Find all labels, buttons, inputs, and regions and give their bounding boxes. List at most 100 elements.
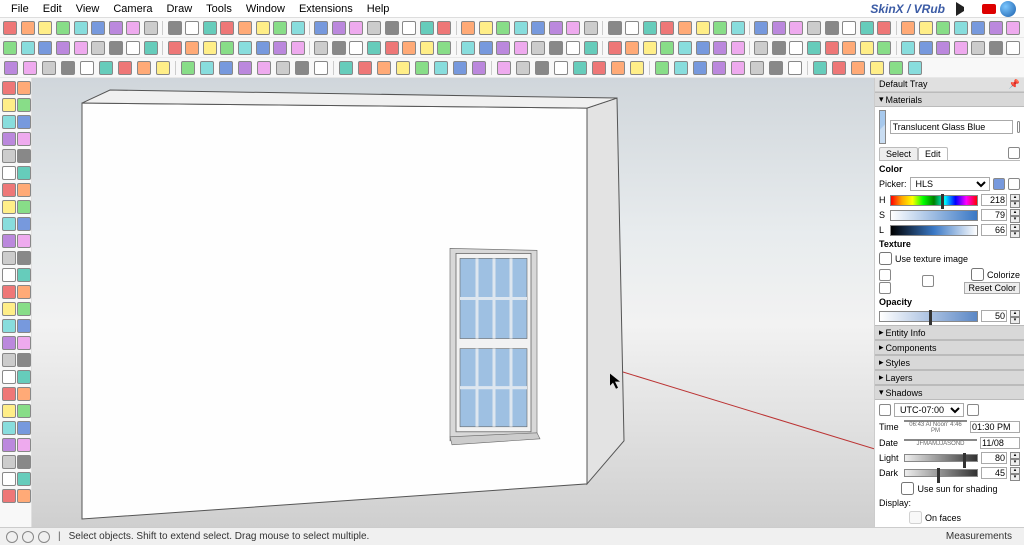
toolbar-button[interactable]	[255, 59, 273, 77]
left-tool-button[interactable]	[2, 216, 16, 232]
brand-record-icon[interactable]	[982, 4, 996, 14]
toolbar-button[interactable]	[201, 39, 218, 57]
toolbar-button[interactable]	[900, 19, 917, 37]
shadow-settings-icon[interactable]	[967, 404, 979, 416]
toolbar-button[interactable]	[337, 59, 355, 77]
toolbar-button[interactable]	[917, 19, 934, 37]
toolbar-button[interactable]	[331, 39, 348, 57]
toolbar-button[interactable]	[198, 59, 216, 77]
toolbar-button[interactable]	[672, 59, 690, 77]
toolbar-button[interactable]	[401, 19, 418, 37]
left-tool-button[interactable]	[17, 454, 31, 470]
toolbar-button[interactable]	[876, 19, 893, 37]
status-user-icon[interactable]	[38, 531, 50, 543]
left-tool-button[interactable]	[17, 284, 31, 300]
left-tool-button[interactable]	[2, 403, 16, 419]
toolbar-button[interactable]	[237, 19, 254, 37]
toolbar-button[interactable]	[935, 19, 952, 37]
toolbar-button[interactable]	[313, 39, 330, 57]
toolbar-button[interactable]	[841, 19, 858, 37]
toolbar-button[interactable]	[548, 19, 565, 37]
left-tool-button[interactable]	[2, 199, 16, 215]
toolbar-button[interactable]	[753, 39, 770, 57]
panel-head-styles[interactable]: ▸ Styles	[875, 355, 1024, 370]
toolbar-button[interactable]	[184, 39, 201, 57]
toolbar-button[interactable]	[108, 39, 125, 57]
toolbar-button[interactable]	[653, 59, 671, 77]
dark-slider[interactable]	[904, 469, 978, 477]
toolbar-button[interactable]	[830, 59, 848, 77]
hue-spinner[interactable]: ▴▾	[1010, 194, 1020, 206]
toolbar-button[interactable]	[436, 39, 453, 57]
time-input[interactable]	[970, 421, 1020, 433]
left-tool-button[interactable]	[17, 148, 31, 164]
toolbar-button[interactable]	[495, 39, 512, 57]
reset-color-button[interactable]: Reset Color	[964, 282, 1020, 294]
toolbar-button[interactable]	[533, 59, 551, 77]
toolbar-button[interactable]	[565, 39, 582, 57]
menu-tools[interactable]: Tools	[199, 1, 239, 17]
tray-pin-icon[interactable]: 📌	[1009, 79, 1020, 90]
toolbar-button[interactable]	[530, 19, 547, 37]
light-slider[interactable]	[904, 454, 978, 462]
menu-view[interactable]: View	[69, 1, 107, 17]
toolbar-button[interactable]	[823, 19, 840, 37]
toolbar-button[interactable]	[366, 39, 383, 57]
toolbar-button[interactable]	[477, 19, 494, 37]
tab-select[interactable]: Select	[879, 147, 918, 160]
toolbar-button[interactable]	[712, 19, 729, 37]
toolbar-button[interactable]	[548, 39, 565, 57]
opacity-slider[interactable]	[879, 311, 978, 322]
toolbar-button[interactable]	[90, 39, 107, 57]
left-tool-button[interactable]	[17, 369, 31, 385]
toolbar-button[interactable]	[356, 59, 374, 77]
left-tool-button[interactable]	[17, 386, 31, 402]
toolbar-button[interactable]	[694, 19, 711, 37]
toolbar-button[interactable]	[419, 39, 436, 57]
toolbar-button[interactable]	[166, 39, 183, 57]
menu-edit[interactable]: Edit	[36, 1, 69, 17]
toolbar-button[interactable]	[383, 39, 400, 57]
toolbar-button[interactable]	[20, 19, 37, 37]
toolbar-button[interactable]	[512, 19, 529, 37]
toolbar-button[interactable]	[606, 39, 623, 57]
picker-select[interactable]: HLS	[910, 177, 990, 191]
toolbar-button[interactable]	[988, 19, 1005, 37]
toolbar-button[interactable]	[55, 19, 72, 37]
toolbar-button[interactable]	[375, 59, 393, 77]
left-tool-button[interactable]	[2, 80, 16, 96]
create-material-icon[interactable]	[1017, 121, 1020, 133]
left-tool-button[interactable]	[17, 471, 31, 487]
left-tool-button[interactable]	[17, 488, 31, 504]
toolbar-button[interactable]	[254, 39, 271, 57]
left-tool-button[interactable]	[17, 199, 31, 215]
toolbar-button[interactable]	[935, 39, 952, 57]
tray-title-bar[interactable]: Default Tray 📌	[875, 78, 1024, 92]
toolbar-button[interactable]	[254, 19, 271, 37]
toolbar-button[interactable]	[771, 39, 788, 57]
left-tool-button[interactable]	[2, 165, 16, 181]
toolbar-button[interactable]	[97, 59, 115, 77]
status-info-icon[interactable]	[6, 531, 18, 543]
left-tool-button[interactable]	[17, 335, 31, 351]
toolbar-button[interactable]	[217, 59, 235, 77]
toolbar-button[interactable]	[72, 39, 89, 57]
panel-head-shadows[interactable]: ▾ Shadows	[875, 385, 1024, 400]
toolbar-button[interactable]	[806, 19, 823, 37]
material-name-input[interactable]	[890, 120, 1013, 134]
toolbar-button[interactable]	[289, 19, 306, 37]
viewport-3d[interactable]	[32, 78, 874, 527]
left-tool-button[interactable]	[17, 301, 31, 317]
toolbar-button[interactable]	[37, 19, 54, 37]
toolbar-button[interactable]	[624, 19, 641, 37]
opacity-input[interactable]	[981, 310, 1007, 322]
toolbar-button[interactable]	[641, 39, 658, 57]
menu-help[interactable]: Help	[360, 1, 397, 17]
lum-spinner[interactable]: ▴▾	[1010, 224, 1020, 236]
menu-extensions[interactable]: Extensions	[292, 1, 360, 17]
left-tool-button[interactable]	[2, 182, 16, 198]
panel-head-components[interactable]: ▸ Components	[875, 340, 1024, 355]
toolbar-button[interactable]	[78, 59, 96, 77]
left-tool-button[interactable]	[2, 471, 16, 487]
toolbar-button[interactable]	[710, 59, 728, 77]
